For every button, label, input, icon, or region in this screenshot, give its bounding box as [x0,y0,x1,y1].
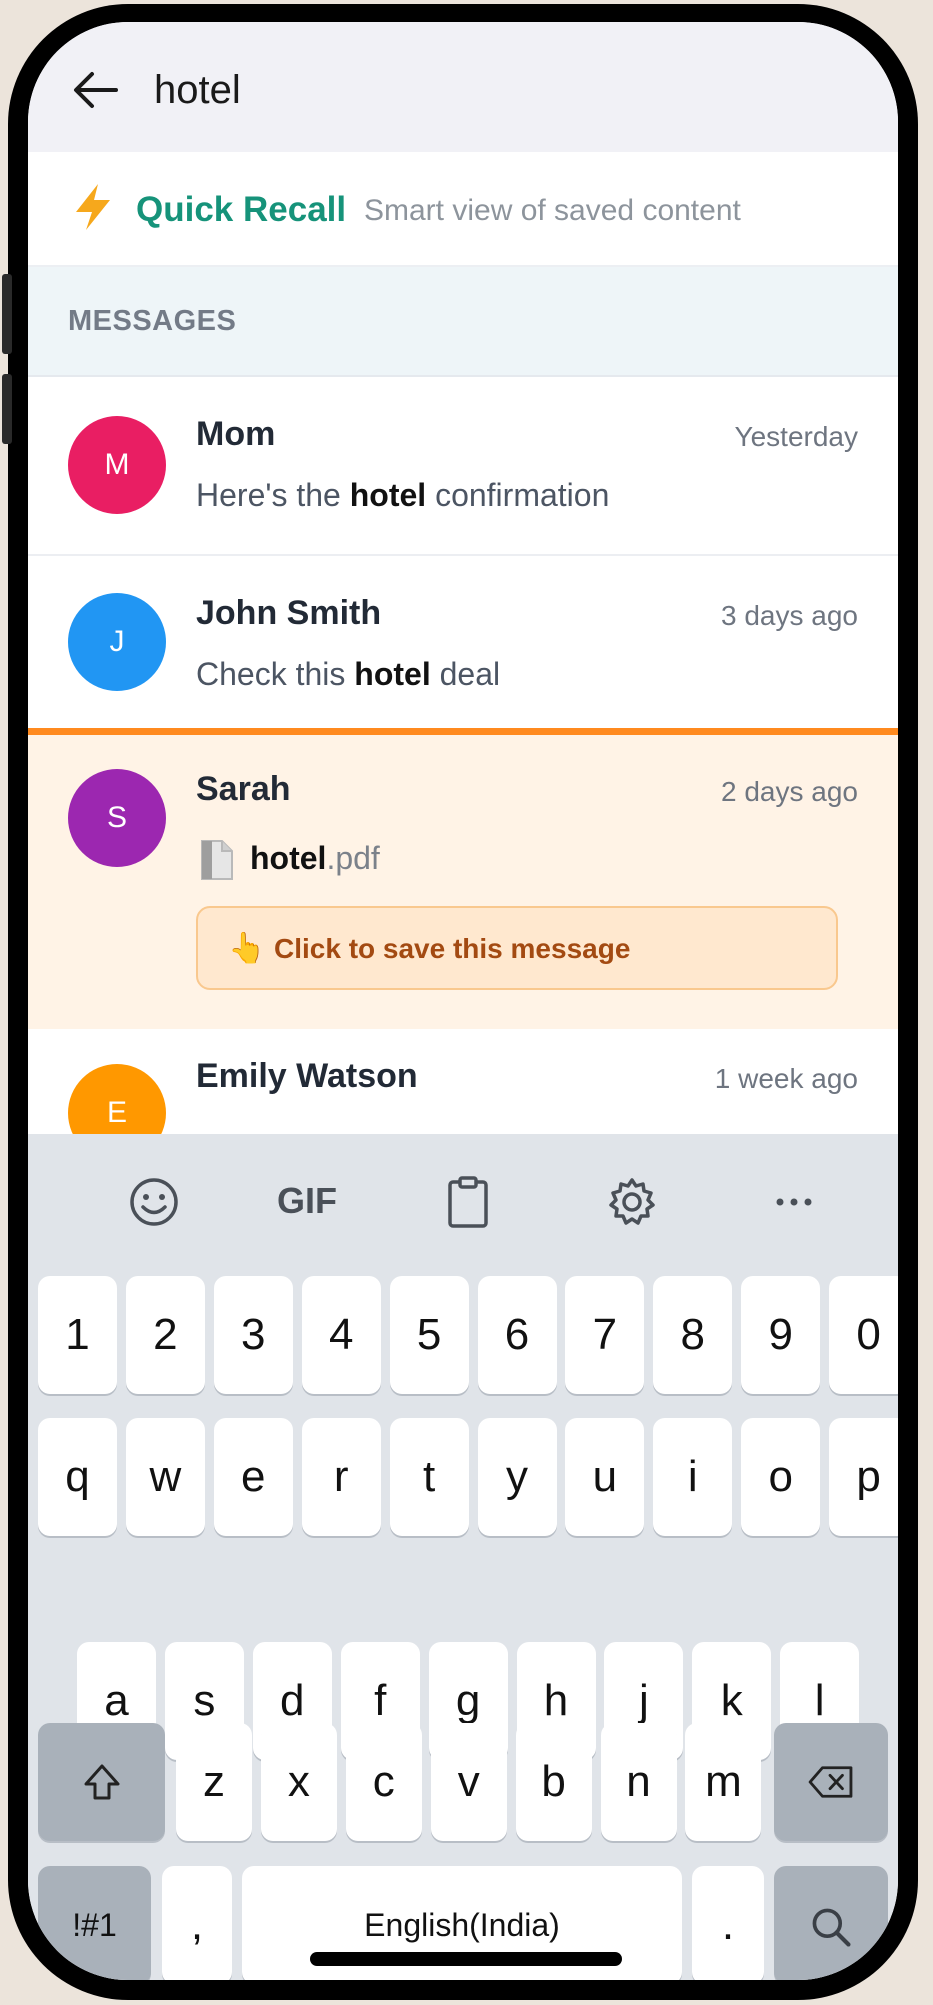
gear-icon[interactable] [602,1172,662,1232]
key-num-7[interactable]: 7 [565,1276,645,1394]
phone-frame: hotel Quick Recall Smart view of saved c… [2,4,918,2000]
key-num-6[interactable]: 6 [477,1276,557,1394]
backspace-key[interactable] [774,1723,888,1841]
avatar: M [68,416,166,514]
backspace-icon [808,1766,853,1798]
key-r[interactable]: r [301,1418,381,1536]
message-item[interactable]: J John Smith 3 days ago Check this hotel… [28,556,898,728]
search-key[interactable] [774,1866,888,1980]
key-num-2[interactable]: 2 [125,1276,205,1394]
key-c[interactable]: c [345,1723,422,1841]
key-v[interactable]: v [430,1723,507,1841]
comma-key[interactable]: , [162,1866,232,1980]
snippet-match: hotel [349,477,427,513]
snippet-text: deal [430,656,501,692]
key-t[interactable]: t [389,1418,469,1536]
search-header: hotel [28,22,898,152]
key-w[interactable]: w [125,1418,205,1536]
section-header: MESSAGES [28,267,898,377]
shift-key[interactable] [38,1723,165,1841]
snippet-text: confirmation [426,477,610,513]
message-item-highlighted[interactable]: S Sarah 2 days ago hotel.pdf 👆 Click to … [28,728,898,1043]
message-item[interactable]: M Mom Yesterday Here's the hotel confirm… [28,377,898,556]
side-button [2,274,12,354]
quick-recall-subtitle: Smart view of saved content [364,194,741,227]
shift-icon [84,1764,119,1800]
key-i[interactable]: i [653,1418,733,1536]
key-m[interactable]: m [685,1723,762,1841]
message-time: 2 days ago [721,776,858,807]
snippet-match: hotel [354,656,431,692]
lightning-bolt-icon [76,184,110,230]
key-e[interactable]: e [213,1418,293,1536]
sender-name: Mom [196,415,276,453]
clipboard-icon[interactable] [438,1172,498,1232]
message-snippet: Check this hotel deal [196,652,500,696]
symbols-key[interactable]: !#1 [38,1866,151,1980]
more-horizontal-icon[interactable] [764,1172,824,1232]
period-key[interactable]: . [692,1866,764,1980]
avatar: J [68,593,166,691]
section-label: MESSAGES [68,305,237,337]
keyboard: GIF 1234567890 qwertyuiop asdfghjkl zxcv… [28,1134,898,1980]
key-x[interactable]: x [260,1723,337,1841]
message-snippet: Here's the hotel confirmation [196,473,609,517]
key-num-4[interactable]: 4 [301,1276,381,1394]
sender-name: Emily Watson [196,1057,418,1095]
snippet-text: Here's the [196,477,350,513]
arrow-left-icon[interactable] [70,64,122,116]
smiley-icon[interactable] [124,1172,184,1232]
screen: hotel Quick Recall Smart view of saved c… [28,22,898,1980]
key-z[interactable]: z [176,1723,252,1841]
key-num-9[interactable]: 9 [741,1276,821,1394]
quick-recall-banner[interactable]: Quick Recall Smart view of saved content [28,152,898,267]
search-input[interactable]: hotel [154,62,241,118]
key-num-0[interactable]: 0 [829,1276,898,1394]
key-o[interactable]: o [741,1418,821,1536]
save-message-label: Click to save this message [274,933,631,964]
quick-recall-title: Quick Recall [136,190,347,229]
key-b[interactable]: b [515,1723,592,1841]
message-time: 1 week ago [714,1063,858,1094]
side-button [2,374,12,444]
avatar: S [68,769,166,867]
search-icon [812,1908,851,1947]
pointing-hand-icon: 👆 [228,932,266,965]
sender-name: John Smith [196,594,382,632]
home-indicator [310,1952,622,1966]
file-match: hotel [250,840,327,876]
document-icon [201,840,233,880]
save-message-button[interactable]: 👆 Click to save this message [196,906,838,990]
snippet-text: Check this [196,656,355,692]
message-time: Yesterday [734,421,859,452]
file-ext: .pdf [326,840,380,876]
message-item[interactable]: E Emily Watson 1 week ago [28,1029,898,1162]
key-num-8[interactable]: 8 [653,1276,733,1394]
sender-name: Sarah [196,770,291,808]
key-p[interactable]: p [829,1418,898,1536]
key-u[interactable]: u [565,1418,645,1536]
key-num-5[interactable]: 5 [389,1276,469,1394]
key-y[interactable]: y [477,1418,557,1536]
key-num-3[interactable]: 3 [213,1276,293,1394]
key-n[interactable]: n [600,1723,677,1841]
key-num-1[interactable]: 1 [38,1276,117,1394]
file-name[interactable]: hotel.pdf [250,836,380,880]
gif-button[interactable]: GIF [272,1176,342,1236]
key-q[interactable]: q [38,1418,117,1536]
message-time: 3 days ago [721,600,858,631]
